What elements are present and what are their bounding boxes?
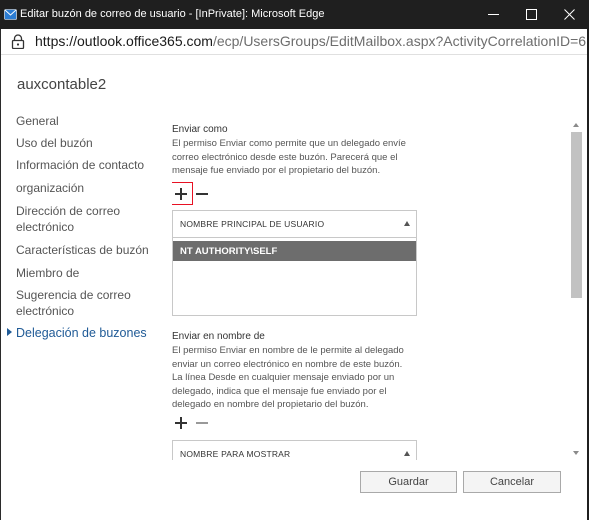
nav-item-label: Sugerencia de correo electrónico <box>16 288 131 318</box>
minimize-icon <box>487 14 499 15</box>
send-as-column-header[interactable]: NOMBRE PRINCIPAL DE USUARIO <box>173 211 416 238</box>
nav-item-label: Miembro de <box>16 266 80 280</box>
table-row[interactable]: NT AUTHORITY\SELF <box>173 241 416 261</box>
nav-item-mailtip[interactable]: Sugerencia de correo electrónico <box>16 286 166 320</box>
maximize-button[interactable] <box>516 0 546 29</box>
close-button[interactable] <box>554 0 584 29</box>
send-as-description: El permiso Enviar como permite que un de… <box>172 138 406 176</box>
window-titlebar: Editar buzón de correo de usuario - [InP… <box>0 0 589 29</box>
nav-item-label: Delegación de buzones <box>16 326 147 340</box>
send-on-behalf-title: Enviar en nombre de <box>172 331 265 342</box>
send-as-remove-button[interactable] <box>193 185 211 203</box>
nav-item-email-address[interactable]: Dirección de correo electrónico <box>16 202 166 236</box>
url-text: https://outlook.office365.com/ecp/UsersG… <box>35 33 589 49</box>
send-as-section: Enviar como El permiso Enviar como permi… <box>172 124 410 178</box>
vertical-scrollbar[interactable] <box>570 120 583 460</box>
sidebar-nav: General Uso del buzón Información de con… <box>7 112 166 346</box>
nav-item-mailbox-usage[interactable]: Uso del buzón <box>16 134 166 152</box>
url-path: /ecp/UsersGroups/EditMailbox.aspx?Activi… <box>212 33 589 49</box>
scroll-up-arrow-icon[interactable] <box>573 123 579 127</box>
window-border-left <box>0 29 1 520</box>
nav-item-member-of[interactable]: Miembro de <box>16 264 166 282</box>
nav-item-label: Características de buzón <box>16 243 149 257</box>
send-as-title: Enviar como <box>172 124 228 135</box>
nav-item-label: Información de contacto <box>16 158 145 172</box>
nav-item-label: General <box>16 114 59 128</box>
mailbox-app-icon <box>4 9 17 20</box>
send-on-behalf-column-header[interactable]: NOMBRE PARA MOSTRAR <box>173 441 416 460</box>
nav-item-mailbox-features[interactable]: Características de buzón <box>16 241 166 259</box>
scroll-thumb[interactable] <box>571 132 582 298</box>
nav-item-label: Dirección de correo electrónico <box>16 204 121 234</box>
mailbox-name: auxcontable2 <box>17 76 107 93</box>
column-header-label: NOMBRE PARA MOSTRAR <box>180 449 291 459</box>
delegation-panel: Enviar como El permiso Enviar como permi… <box>172 124 564 460</box>
nav-item-organization[interactable]: organización <box>16 179 166 197</box>
lock-icon <box>11 34 25 49</box>
nav-item-label: Uso del buzón <box>16 136 93 150</box>
scroll-down-arrow-icon[interactable] <box>573 451 579 455</box>
maximize-icon <box>525 9 537 20</box>
send-on-behalf-description: El permiso Enviar en nombre de le permit… <box>172 345 404 410</box>
active-indicator-icon <box>7 328 12 336</box>
add-icon <box>175 417 187 429</box>
column-header-label: NOMBRE PRINCIPAL DE USUARIO <box>180 219 325 229</box>
remove-icon <box>196 193 208 195</box>
cancel-button[interactable]: Cancelar <box>463 471 561 493</box>
send-on-behalf-remove-button[interactable] <box>193 414 211 432</box>
nav-item-contact-info[interactable]: Información de contacto <box>16 156 166 174</box>
send-as-grid: NOMBRE PRINCIPAL DE USUARIO NT AUTHORITY… <box>172 210 417 316</box>
send-on-behalf-grid: NOMBRE PARA MOSTRAR <box>172 440 417 460</box>
address-bar[interactable]: https://outlook.office365.com/ecp/UsersG… <box>0 29 589 55</box>
send-on-behalf-add-button[interactable] <box>172 414 190 432</box>
add-icon <box>175 188 187 200</box>
nav-item-label: organización <box>16 181 85 195</box>
nav-item-mailbox-delegation[interactable]: Delegación de buzones <box>7 324 166 342</box>
send-on-behalf-section: Enviar en nombre de El permiso Enviar en… <box>172 331 410 412</box>
close-icon <box>563 9 575 20</box>
table-cell: NT AUTHORITY\SELF <box>180 246 278 257</box>
minimize-button[interactable] <box>478 0 508 29</box>
url-host: https://outlook.office365.com <box>35 33 213 49</box>
window-title: Editar buzón de correo de usuario - [InP… <box>20 8 325 20</box>
sort-ascending-icon <box>404 451 410 456</box>
nav-item-general[interactable]: General <box>16 112 166 130</box>
send-as-add-button[interactable] <box>172 185 190 203</box>
remove-icon <box>196 422 208 424</box>
save-button[interactable]: Guardar <box>360 471 457 493</box>
sort-ascending-icon <box>404 221 410 226</box>
